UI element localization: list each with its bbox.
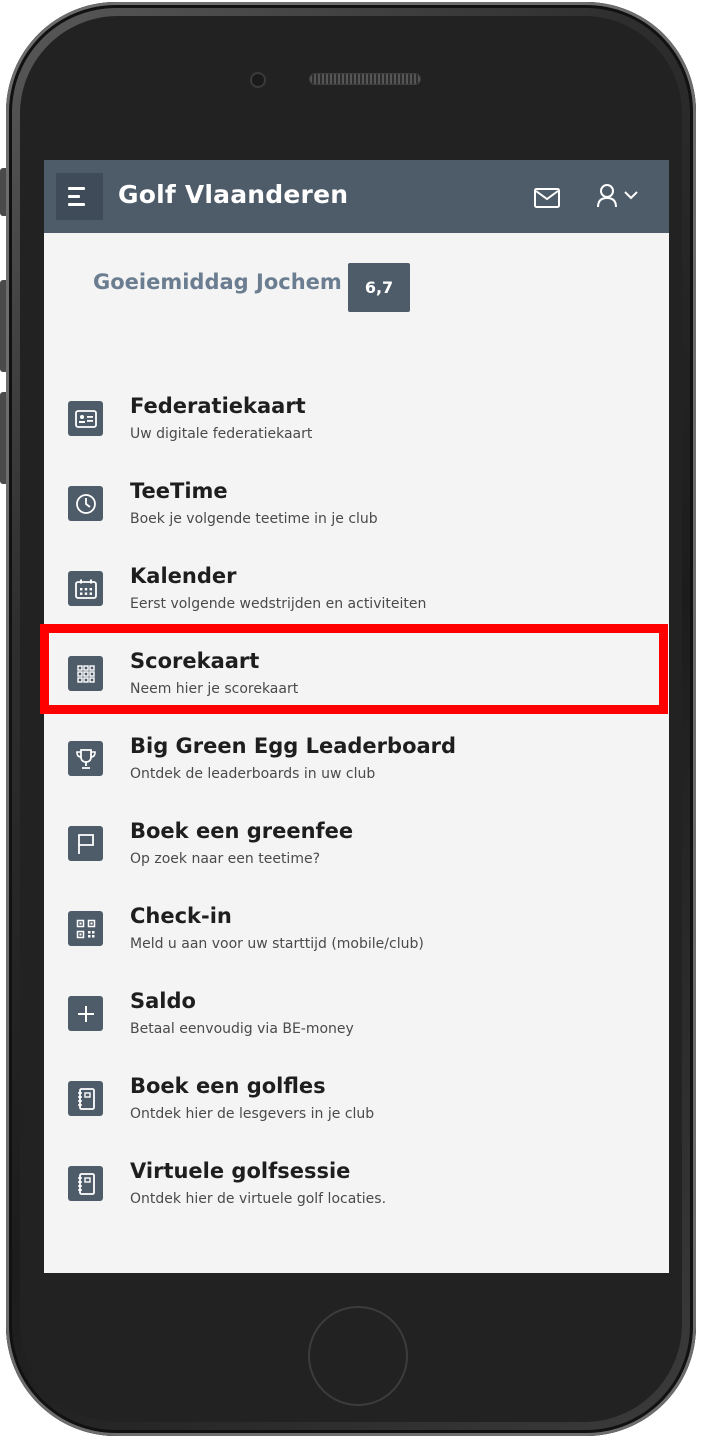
flag-icon <box>68 826 103 861</box>
menu-item-subtitle: Meld u aan voor uw starttijd (mobile/clu… <box>130 936 424 952</box>
hamburger-menu-button[interactable] <box>56 173 103 220</box>
home-button[interactable] <box>308 1306 408 1406</box>
menu-item-title: Federatiekaart <box>130 394 306 418</box>
notebook-icon <box>68 1081 103 1116</box>
user-icon[interactable] <box>596 183 618 209</box>
menu-item-subtitle: Op zoek naar een teetime? <box>130 851 321 867</box>
menu-item-title: Scorekaart <box>130 649 260 673</box>
menu-item-title: Boek een greenfee <box>130 819 354 843</box>
menu-item-subtitle: Boek je volgende teetime in je club <box>130 511 378 527</box>
app-screen: Golf Vlaanderen Goeiemiddag Jochem 6,7 F… <box>44 160 669 1273</box>
menu-item-title: Kalender <box>130 564 237 588</box>
menu-item-greenfee[interactable]: Boek een greenfee Op zoek naar een teeti… <box>44 811 669 896</box>
phone-volume-down <box>0 392 6 484</box>
app-title: Golf Vlaanderen <box>118 180 349 209</box>
menu-item-title: Check-in <box>130 904 232 928</box>
menu-line-icon <box>68 203 85 206</box>
menu-item-leaderboard[interactable]: Big Green Egg Leaderboard Ontdek de lead… <box>44 726 669 811</box>
notebook-icon <box>68 1166 103 1201</box>
grid-icon <box>68 656 103 691</box>
trophy-icon <box>68 741 103 776</box>
menu-list: Federatiekaart Uw digitale federatiekaar… <box>44 386 669 1236</box>
menu-item-title: Boek een golfles <box>130 1074 326 1098</box>
plus-icon <box>68 996 103 1031</box>
menu-item-title: TeeTime <box>130 479 228 503</box>
clock-icon <box>68 486 103 521</box>
menu-item-title: Saldo <box>130 989 196 1013</box>
menu-line-icon <box>68 187 85 190</box>
menu-item-subtitle: Eerst volgende wedstrijden en activiteit… <box>130 596 427 612</box>
menu-item-virtuele-golfsessie[interactable]: Virtuele golfsessie Ontdek hier de virtu… <box>44 1151 669 1236</box>
phone-mute-switch <box>0 168 6 216</box>
menu-item-kalender[interactable]: Kalender Eerst volgende wedstrijden en a… <box>44 556 669 641</box>
handicap-badge: 6,7 <box>348 263 410 312</box>
calendar-icon <box>68 571 103 606</box>
menu-item-check-in[interactable]: Check-in Meld u aan voor uw starttijd (m… <box>44 896 669 981</box>
id-card-icon <box>68 401 103 436</box>
speaker-grille <box>310 74 420 84</box>
mail-icon[interactable] <box>534 188 560 208</box>
menu-item-saldo[interactable]: Saldo Betaal eenvoudig via BE-money <box>44 981 669 1066</box>
camera-icon <box>252 74 264 86</box>
app-header: Golf Vlaanderen <box>44 160 669 233</box>
menu-line-icon <box>68 195 80 198</box>
menu-item-teetime[interactable]: TeeTime Boek je volgende teetime in je c… <box>44 471 669 556</box>
menu-item-federatiekaart[interactable]: Federatiekaart Uw digitale federatiekaar… <box>44 386 669 471</box>
menu-item-subtitle: Neem hier je scorekaart <box>130 681 299 697</box>
menu-item-subtitle: Ontdek hier de virtuele golf locaties. <box>130 1191 387 1207</box>
qr-code-icon <box>68 911 103 946</box>
chevron-down-icon[interactable] <box>624 190 638 200</box>
menu-item-subtitle: Ontdek de leaderboards in uw club <box>130 766 376 782</box>
menu-item-scorekaart[interactable]: Scorekaart Neem hier je scorekaart <box>44 641 669 726</box>
greeting-text: Goeiemiddag Jochem <box>93 270 342 294</box>
menu-item-subtitle: Ontdek hier de lesgevers in je club <box>130 1106 375 1122</box>
menu-item-title: Virtuele golfsessie <box>130 1159 351 1183</box>
menu-item-title: Big Green Egg Leaderboard <box>130 734 457 758</box>
phone-volume-up <box>0 280 6 372</box>
menu-item-subtitle: Betaal eenvoudig via BE-money <box>130 1021 354 1037</box>
menu-item-subtitle: Uw digitale federatiekaart <box>130 426 313 442</box>
menu-item-golfles[interactable]: Boek een golfles Ontdek hier de lesgever… <box>44 1066 669 1151</box>
